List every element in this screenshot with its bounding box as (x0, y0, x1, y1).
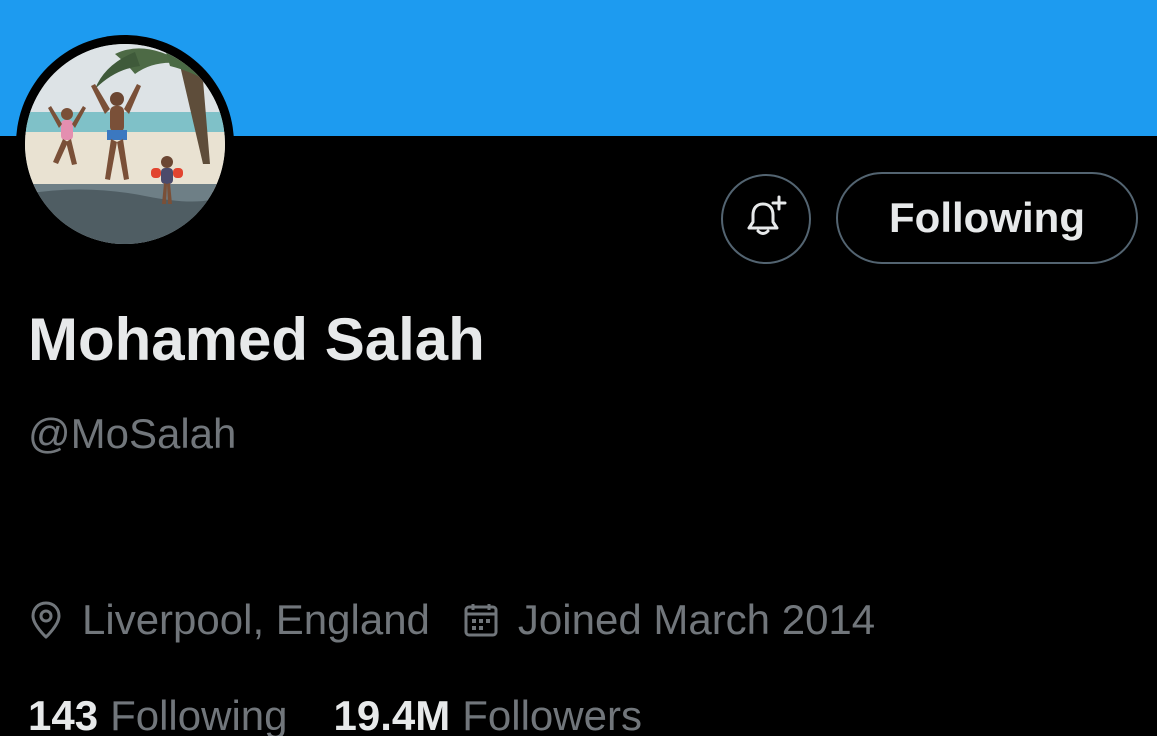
follow-stats: 143 Following 19.4M Followers (28, 688, 642, 736)
profile-meta: Liverpool, England Joined March 2014 (28, 592, 875, 648)
joined-text: Joined March 2014 (517, 596, 876, 643)
followers-count: 19.4M (333, 692, 451, 736)
location-item: Liverpool, England (28, 592, 430, 648)
followers-stat-link[interactable]: 19.4M Followers (334, 688, 642, 736)
profile-page: Following Mohamed Salah @MoSalah Liverpo… (0, 0, 1157, 736)
avatar-ring (16, 35, 234, 253)
following-button[interactable]: Following (836, 172, 1138, 264)
user-handle: @MoSalah (28, 410, 237, 457)
following-stat-link[interactable]: 143 Following (28, 688, 288, 736)
following-count: 143 (28, 692, 99, 736)
location-text: Liverpool, England (82, 596, 430, 643)
following-button-label: Following (889, 194, 1085, 241)
calendar-icon (462, 601, 500, 639)
map-pin-icon (28, 600, 64, 640)
following-label: Following (110, 692, 288, 736)
display-name: Mohamed Salah (28, 306, 485, 373)
notifications-button[interactable] (721, 174, 811, 264)
bell-plus-icon (743, 194, 789, 245)
joined-item: Joined March 2014 (462, 592, 875, 648)
avatar[interactable] (25, 44, 225, 244)
avatar-photo (25, 44, 225, 244)
followers-label: Followers (462, 692, 642, 736)
